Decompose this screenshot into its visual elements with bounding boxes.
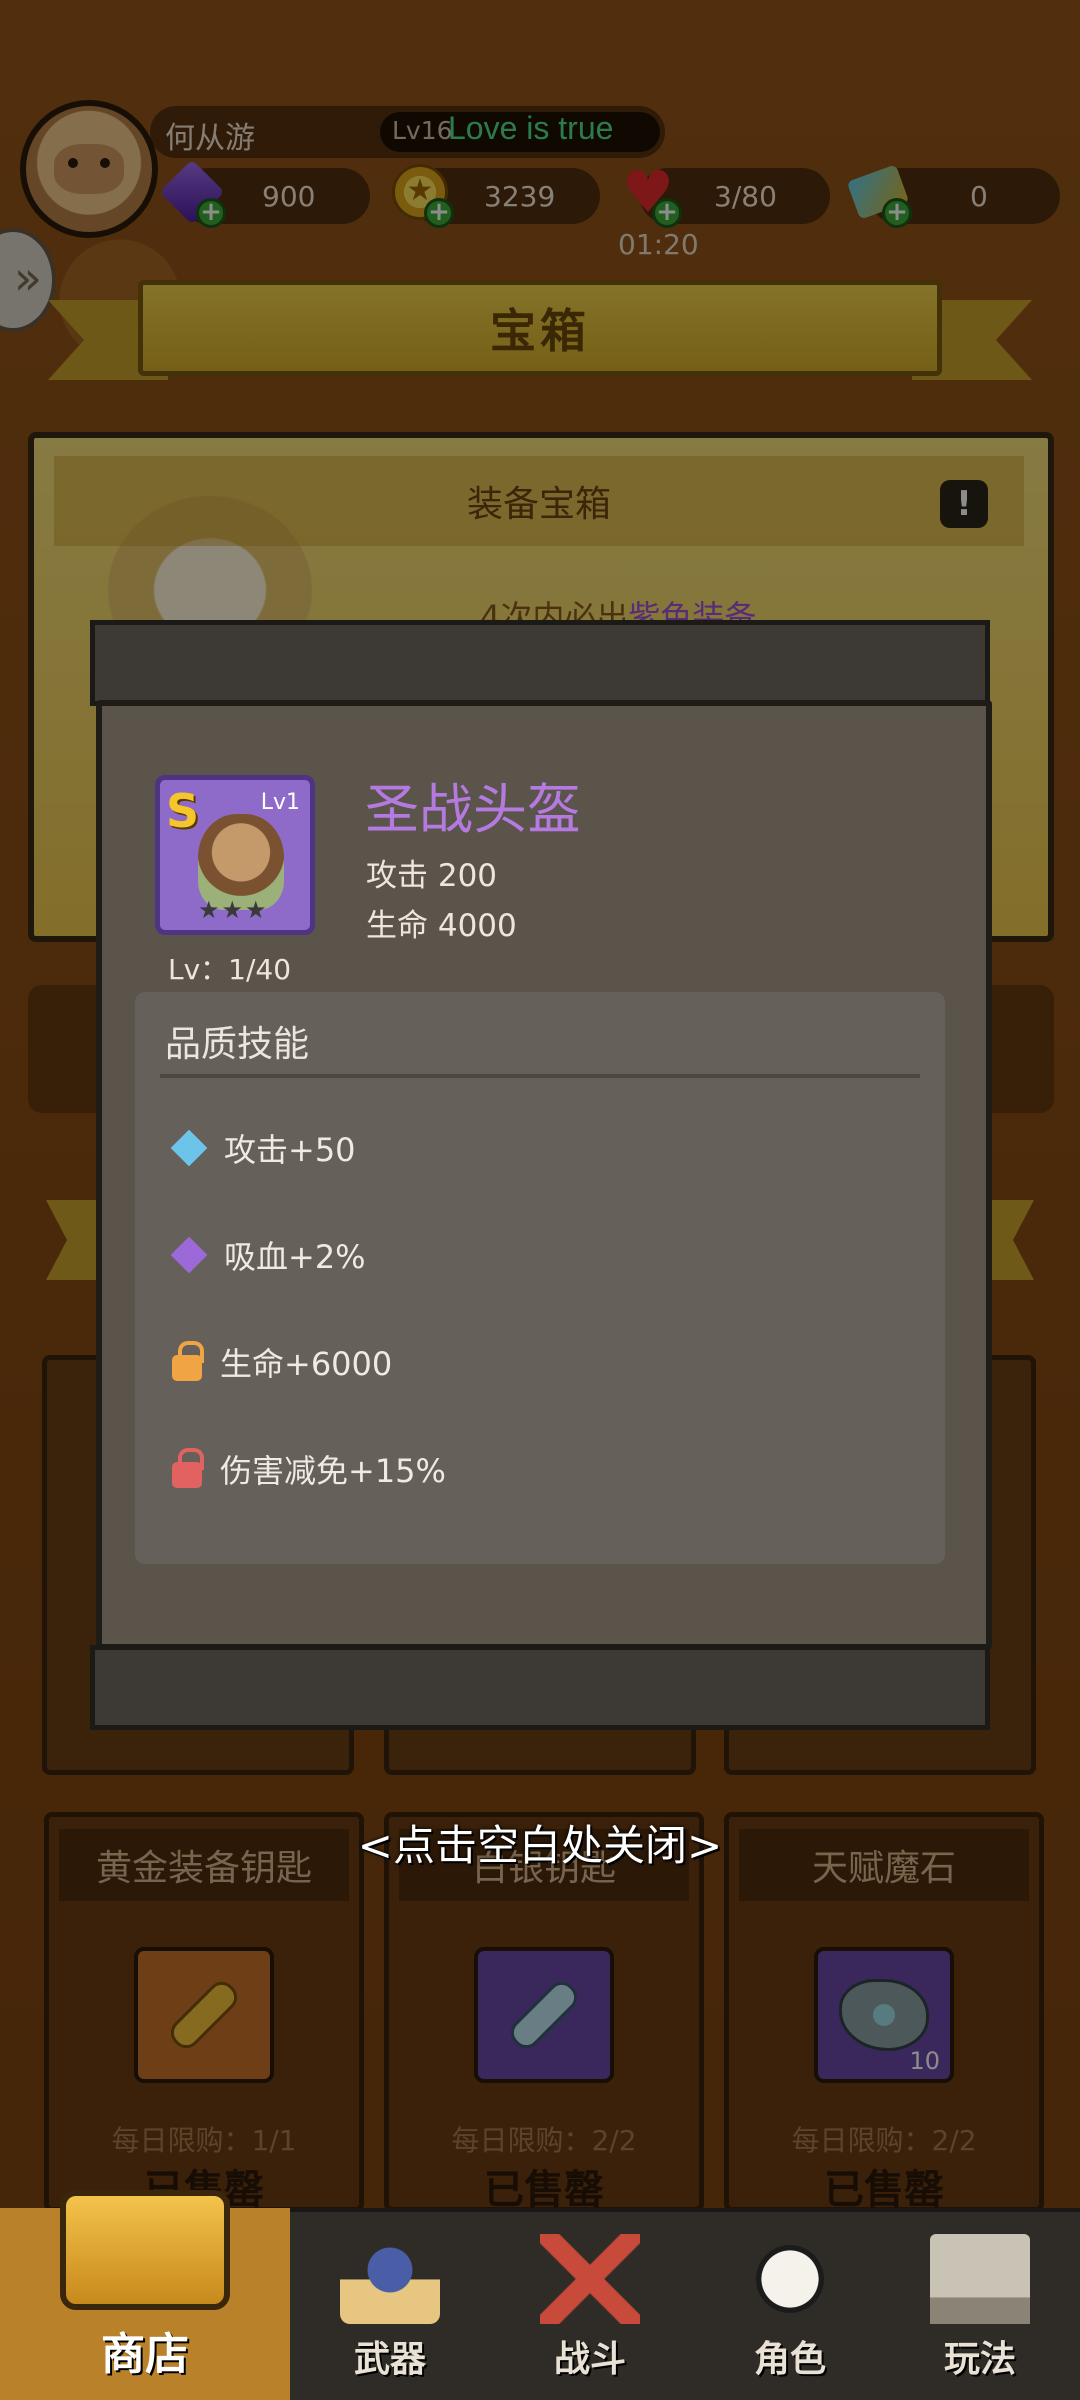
weapon-icon [340, 2234, 440, 2324]
level-progress: Lv：1/40 [168, 953, 292, 986]
stat-attack: 攻击 200 [366, 858, 498, 894]
castle-icon [930, 2234, 1030, 2324]
modal-bottom-frame [90, 1645, 990, 1730]
nav-role[interactable]: 角色 [690, 2215, 890, 2400]
nav-weapon[interactable]: 武器 [290, 2215, 490, 2400]
skill-row: 生命+6000 [172, 1337, 392, 1387]
nav-label: 玩法 [943, 2339, 1016, 2380]
nav-label: 战斗 [553, 2339, 626, 2380]
nav-gameplay[interactable]: 玩法 [880, 2215, 1080, 2400]
nav-label: 武器 [353, 2339, 426, 2380]
stat-health: 生命 4000 [366, 908, 517, 944]
nav-battle[interactable]: 战斗 [490, 2215, 690, 2400]
purple-diamond-icon [170, 1236, 208, 1274]
skill-text: 伤害减免+15% [220, 1452, 446, 1490]
skill-row: 吸血+2% [170, 1230, 366, 1280]
equipment-icon: S Lv1 ★★★ [155, 775, 315, 935]
skill-text: 生命+6000 [220, 1345, 393, 1383]
panda-icon [740, 2234, 840, 2324]
nav-label: 商店 [101, 2329, 189, 2380]
skills-heading: 品质技能 [165, 1024, 310, 1065]
skill-text: 吸血+2% [224, 1238, 366, 1276]
divider [160, 1074, 920, 1078]
close-hint: <点击空白处关闭> [357, 1821, 723, 1870]
red-lock-icon [172, 1448, 204, 1488]
item-name: 圣战头盔 [365, 778, 581, 841]
crossed-swords-icon [540, 2234, 640, 2324]
orange-lock-icon [172, 1341, 204, 1381]
skill-row: 伤害减免+15% [172, 1444, 446, 1494]
nav-label: 角色 [753, 2339, 826, 2380]
icon-level: Lv1 [260, 790, 300, 815]
skill-row: 攻击+50 [170, 1123, 356, 1173]
modal-top-frame [90, 620, 990, 706]
grade-badge: S [166, 784, 200, 838]
blue-diamond-icon [170, 1129, 208, 1167]
skill-text: 攻击+50 [224, 1131, 356, 1169]
nav-shop[interactable]: 商店 [0, 2215, 290, 2400]
star-rating-icon: ★★★ [198, 896, 269, 924]
